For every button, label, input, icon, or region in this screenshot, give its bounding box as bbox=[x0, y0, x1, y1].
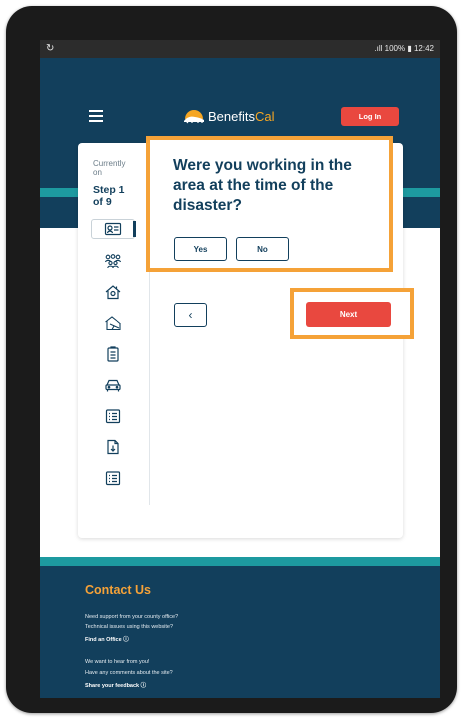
property-damage-icon bbox=[105, 316, 121, 331]
checklist-icon bbox=[105, 471, 121, 486]
screen: ↻ .ıll 100% ▮ 12:42 BenefitsCal Log In C… bbox=[40, 40, 440, 698]
battery-icon: ▮ bbox=[407, 44, 412, 53]
yes-button[interactable]: Yes bbox=[174, 237, 227, 261]
footer-technical-text: Technical issues using this website? bbox=[85, 624, 174, 630]
logo-text-benefits: Benefits bbox=[208, 108, 255, 124]
progress-sidebar: Currently on Step 1 of 9 bbox=[78, 143, 150, 505]
document-icon bbox=[107, 439, 119, 455]
share-feedback-link[interactable]: Share your feedback ⓘ bbox=[85, 681, 146, 689]
footer-support-text: Need support from your county office? bbox=[85, 614, 179, 620]
question-text: Were you working in the area at the time… bbox=[173, 157, 352, 214]
sidebar-step-6[interactable] bbox=[104, 377, 122, 393]
menu-icon[interactable] bbox=[89, 110, 103, 122]
footer-comments-text: Have any comments about the site? bbox=[85, 670, 173, 676]
sidebar-step-3[interactable] bbox=[104, 284, 122, 300]
currently-on-label: Currently on bbox=[93, 159, 126, 177]
signal-icon: .ıll bbox=[374, 44, 383, 53]
sync-icon: ↻ bbox=[46, 43, 55, 54]
sidebar-step-2[interactable] bbox=[104, 253, 122, 269]
tablet-frame: ↻ .ıll 100% ▮ 12:42 BenefitsCal Log In C… bbox=[6, 6, 457, 713]
contact-heading: Contact Us bbox=[85, 583, 151, 597]
home-icon bbox=[105, 285, 121, 300]
benefitscal-logo[interactable]: BenefitsCal bbox=[183, 106, 275, 126]
login-button[interactable]: Log In bbox=[341, 107, 399, 126]
clipboard-icon bbox=[107, 346, 119, 362]
car-icon bbox=[105, 379, 121, 392]
battery-level: 100% bbox=[384, 44, 406, 53]
id-card-icon bbox=[104, 222, 122, 236]
sidebar-step-1[interactable] bbox=[91, 219, 136, 239]
next-button[interactable]: Next bbox=[306, 302, 391, 327]
list-icon bbox=[105, 409, 121, 424]
sidebar-step-8[interactable] bbox=[104, 439, 122, 455]
logo-text-cal: Cal bbox=[254, 108, 275, 124]
step-indicator: Step 1 of 9 bbox=[93, 184, 125, 208]
status-right: .ıll 100% ▮ 12:42 bbox=[374, 44, 434, 53]
no-button[interactable]: No bbox=[236, 237, 289, 261]
site-footer: Contact Us Need support from your county… bbox=[40, 566, 440, 698]
find-office-link[interactable]: Find an Office ⓘ bbox=[85, 635, 129, 643]
back-button[interactable]: ‹ bbox=[174, 303, 207, 327]
bear-sun-logo-icon bbox=[184, 110, 204, 124]
household-icon bbox=[104, 254, 122, 269]
sidebar-step-9[interactable] bbox=[104, 470, 122, 486]
status-bar: ↻ .ıll 100% ▮ 12:42 bbox=[40, 40, 440, 58]
sidebar-step-5[interactable] bbox=[104, 346, 122, 362]
sidebar-step-4[interactable] bbox=[104, 315, 122, 331]
sidebar-step-7[interactable] bbox=[104, 408, 122, 424]
footer-hear-text: We want to hear from you! bbox=[85, 659, 150, 665]
footer-accent-band bbox=[40, 557, 440, 566]
clock: 12:42 bbox=[413, 44, 434, 53]
